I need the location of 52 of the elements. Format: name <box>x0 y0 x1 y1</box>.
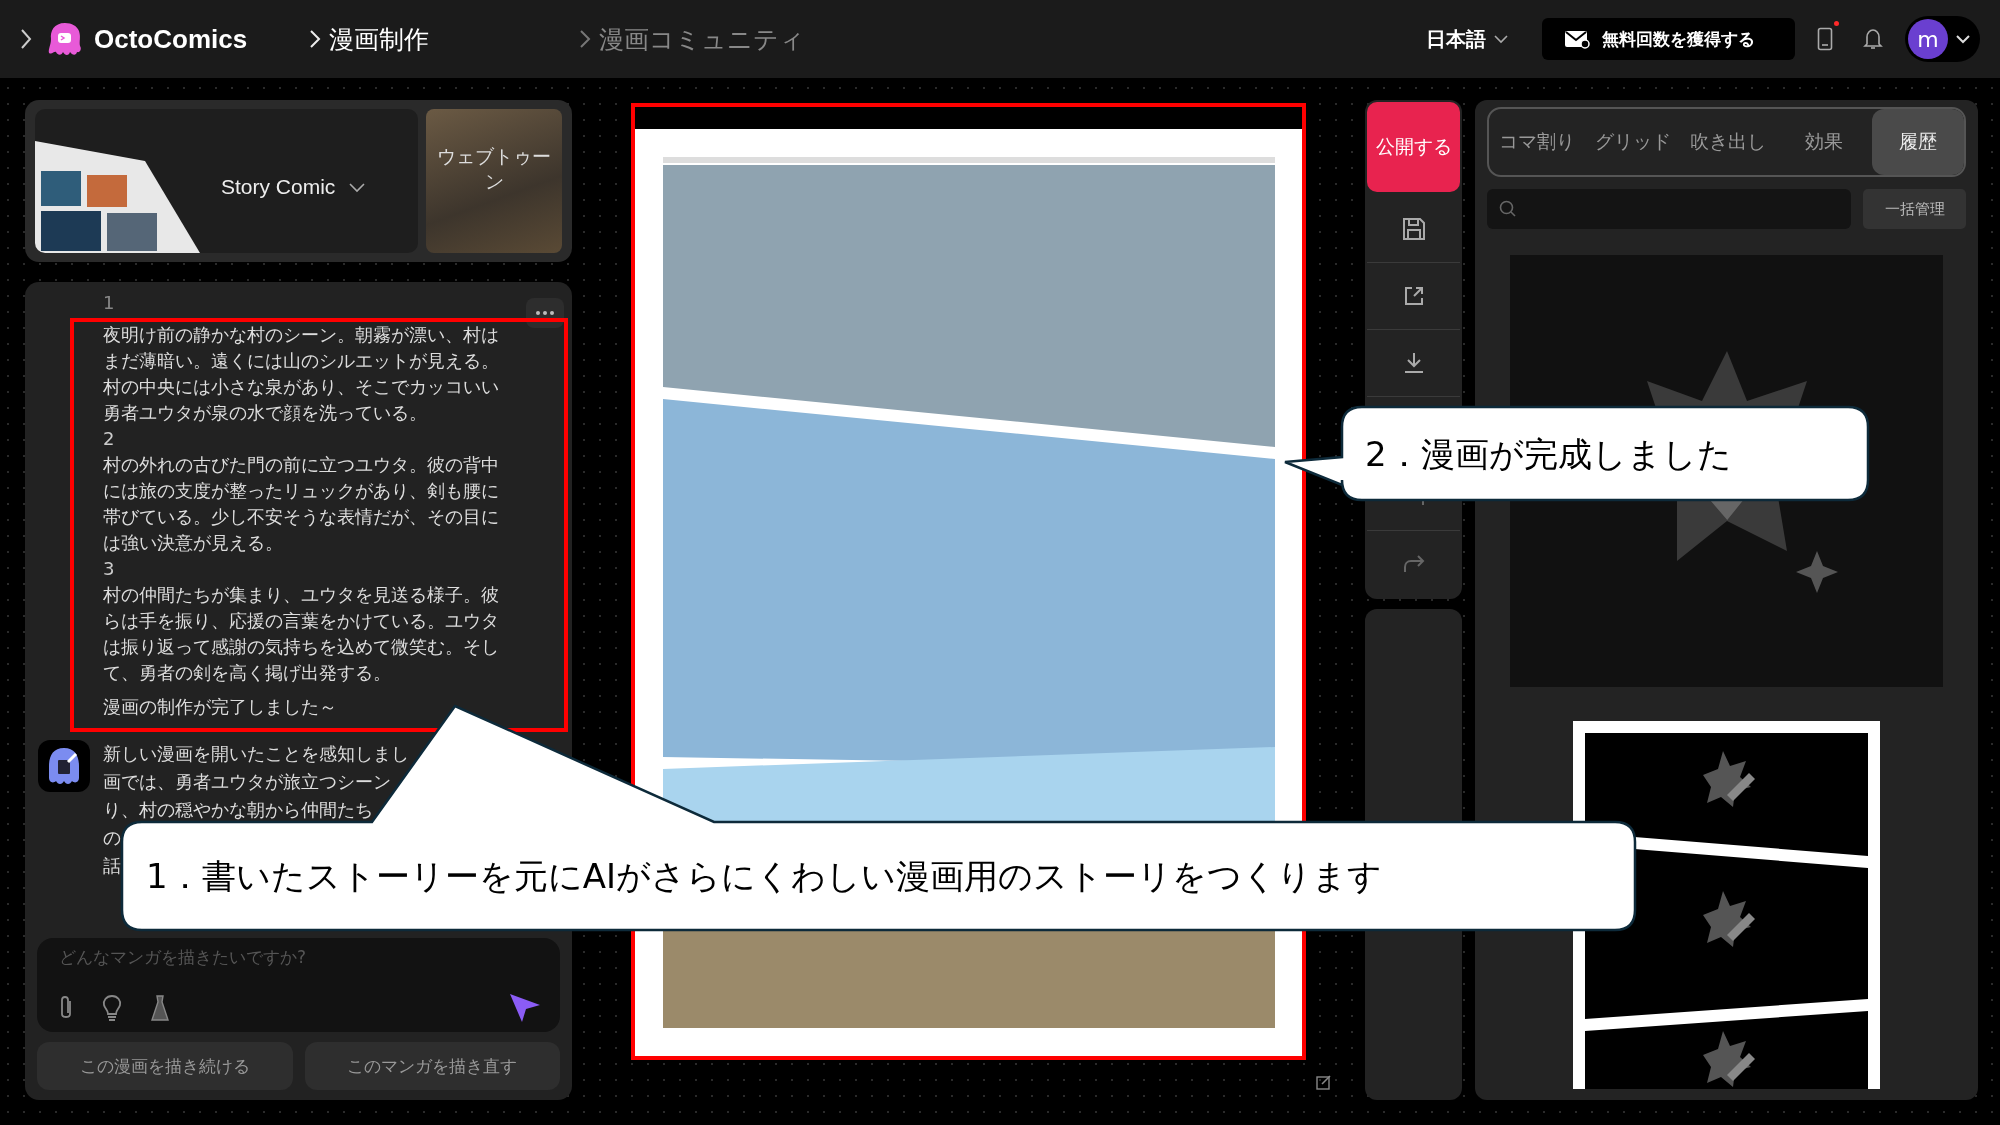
account-menu[interactable]: m <box>1905 16 1980 62</box>
style-option[interactable]: ウェブトゥーン <box>426 109 562 253</box>
language-selector[interactable]: 日本語 <box>1420 24 1514 54</box>
story-paragraph: 夜明け前の静かな村のシーン。朝霧が漂い、村は まだ薄暗い。遠くには山のシルエットが見える。 村の中央には小さな泉があり、そこでカッコいい 勇者ユウタが泉の水で顔を洗っている。 <box>103 323 500 425</box>
section-number: 3 <box>103 557 116 581</box>
mail-icon <box>1564 29 1590 49</box>
tab[interactable]: 吹き出し <box>1680 109 1777 175</box>
expand-icon[interactable] <box>20 28 32 50</box>
bell-icon[interactable] <box>1863 28 1883 50</box>
tab[interactable]: 効果 <box>1776 109 1872 175</box>
story-paragraph: 村の仲間たちが集まり、ユウタを見送る様子。彼 らは手を振り、応援の言葉をかけている。ユウタ は振り返って感謝の気持ちを込めて微笑む。そし て、勇者の剣を高く掲げ出発する。 <box>103 583 500 685</box>
more-icon <box>536 311 554 315</box>
completion-message: 漫画の制作が完了しました～ <box>103 695 338 719</box>
bot-avatar-icon <box>38 740 90 792</box>
chevron-icon <box>309 29 322 49</box>
action-button[interactable]: このマンガを描き直す <box>304 1042 560 1090</box>
search-field[interactable] <box>1487 189 1851 229</box>
chevron-icon <box>579 29 592 49</box>
send-icon[interactable] <box>508 992 542 1024</box>
prompt-input[interactable]: どんなマンガを描きたいですか? <box>57 946 542 968</box>
phone-icon[interactable] <box>1817 27 1833 51</box>
search-icon <box>1499 200 1517 218</box>
message-text: の <box>103 826 121 850</box>
message-text: り、村の穏やかな朝から仲間たち <box>103 798 373 822</box>
octopus-logo-icon <box>46 21 84 57</box>
nav-link[interactable]: 漫画制作 <box>309 22 430 56</box>
message-text: 新しい漫画を開いたことを感知しまし <box>103 742 409 766</box>
action-button[interactable]: この漫画を描き続ける <box>37 1042 293 1090</box>
caret-icon <box>349 183 366 193</box>
bulk-manage-button[interactable]: 一括管理 <box>1863 189 1966 229</box>
callout-text: 2．漫画が完成しました <box>1365 433 1732 476</box>
caret-icon <box>1494 34 1508 44</box>
tab[interactable]: コマ割り <box>1489 109 1585 175</box>
save-icon[interactable] <box>1400 216 1427 242</box>
nav-link[interactable]: 漫画コミュニティ <box>579 22 806 56</box>
section-number: 2 <box>103 427 116 451</box>
caret-icon <box>1956 34 1970 44</box>
callout-text: 1．書いたストーリーを元にAIがさらにくわしい漫画用のストーリをつくります <box>146 855 1382 898</box>
tab[interactable]: 履歴 <box>1872 109 1964 175</box>
redo-icon[interactable] <box>1402 554 1425 574</box>
message-text: 画では、勇者ユウタが旅立つシーン <box>103 770 391 794</box>
section-number: 1 <box>103 291 115 315</box>
avatar: m <box>1908 19 1948 59</box>
tab[interactable]: グリッド <box>1584 109 1681 175</box>
free-credits-button[interactable]: 無料回数を獲得する <box>1542 18 1795 60</box>
story-paragraph: 村の外れの古びた門の前に立つユウタ。彼の背中 には旅の支度が整ったリュックがあり、剣も腰に 帯びている。少し不安そうな表情だが、その目に は強い決意が見える。 <box>103 453 500 555</box>
publish-button[interactable]: 公開する <box>1367 102 1460 192</box>
message-text: 話 <box>103 854 121 878</box>
lightbulb-icon[interactable] <box>101 994 123 1022</box>
style-selector[interactable]: Story Comic <box>35 109 418 253</box>
edit-icon[interactable] <box>1316 1074 1332 1090</box>
brand-name: OctoComics <box>94 23 248 55</box>
